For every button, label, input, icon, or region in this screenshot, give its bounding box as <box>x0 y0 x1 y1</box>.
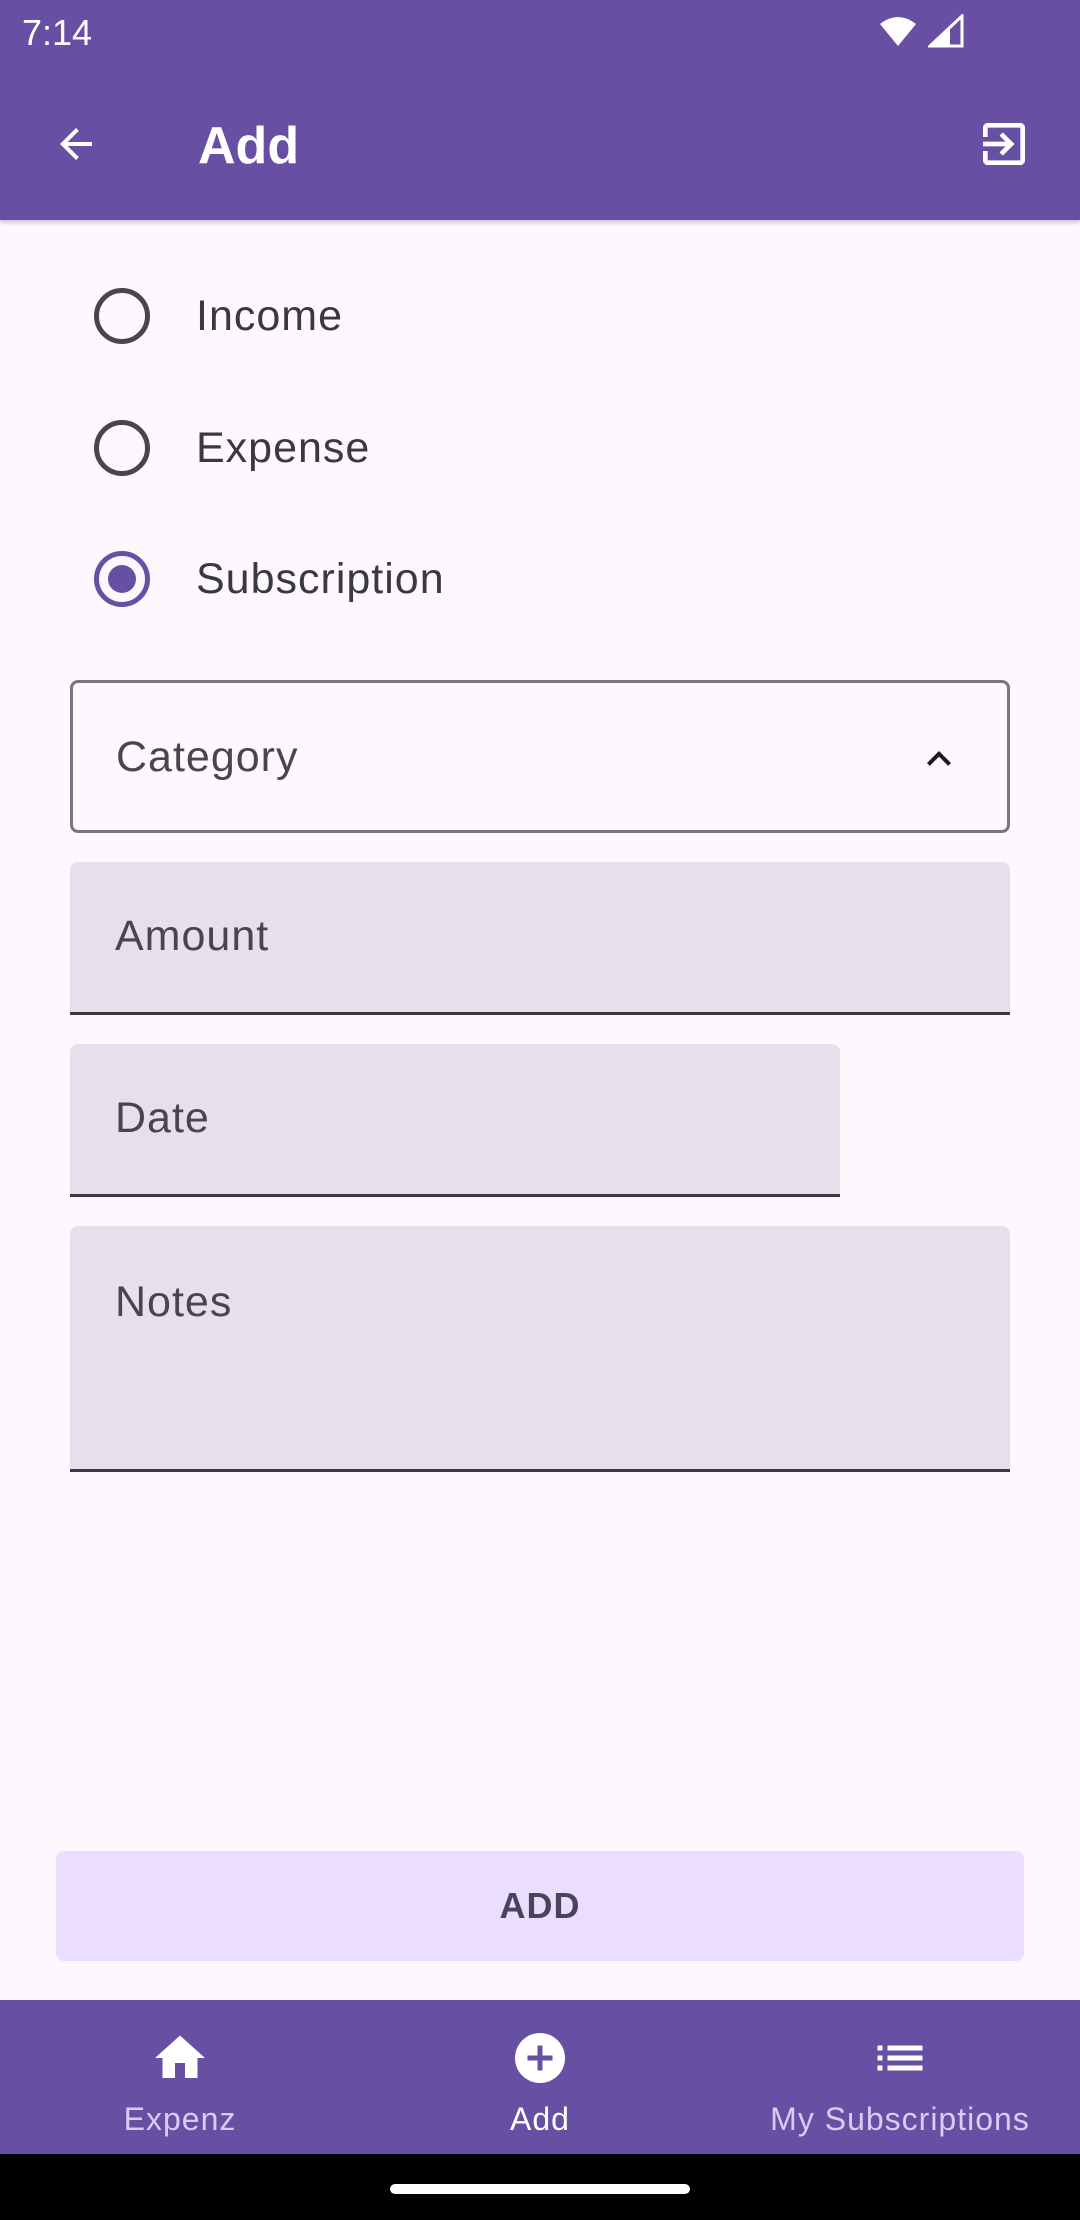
nav-item-expenz[interactable]: Expenz <box>0 2000 360 2154</box>
add-circle-icon <box>510 2028 570 2093</box>
arrow-back-icon <box>52 120 100 173</box>
category-label: Category <box>116 733 299 781</box>
radio-button-icon[interactable] <box>94 288 150 344</box>
chevron-up-icon <box>915 735 963 788</box>
notes-label: Notes <box>115 1278 233 1326</box>
home-icon <box>150 2028 210 2093</box>
bottom-navigation: Expenz Add My Subscriptions <box>0 2000 1080 2154</box>
nav-item-my-subscriptions[interactable]: My Subscriptions <box>720 2000 1080 2154</box>
notes-field[interactable]: Notes <box>70 1226 1010 1472</box>
nav-item-add[interactable]: Add <box>360 2000 720 2154</box>
date-field[interactable]: Date <box>70 1044 840 1197</box>
status-icons <box>878 12 964 53</box>
radio-option-income[interactable]: Income <box>94 276 343 356</box>
add-button[interactable]: ADD <box>56 1851 1024 1961</box>
radio-button-checked-icon[interactable] <box>94 551 150 607</box>
amount-label: Amount <box>115 912 270 960</box>
radio-label: Expense <box>196 423 371 472</box>
amount-field[interactable]: Amount <box>70 862 1010 1015</box>
date-label: Date <box>115 1094 210 1142</box>
nav-label: Add <box>510 2101 570 2137</box>
radio-button-icon[interactable] <box>94 420 150 476</box>
nav-label: Expenz <box>123 2101 237 2137</box>
list-icon <box>870 2028 930 2093</box>
page-title: Add <box>198 117 300 175</box>
logout-button[interactable] <box>972 114 1036 178</box>
gesture-handle[interactable] <box>390 2184 690 2194</box>
status-time: 7:14 <box>22 12 93 53</box>
radio-option-subscription[interactable]: Subscription <box>94 539 445 619</box>
system-gesture-bar <box>0 2154 1080 2220</box>
cellular-signal-icon <box>926 12 964 53</box>
radio-option-expense[interactable]: Expense <box>94 408 370 488</box>
wifi-icon <box>878 14 918 53</box>
logout-icon <box>976 116 1032 177</box>
app-bar: Add <box>0 64 1080 220</box>
category-dropdown[interactable]: Category <box>70 680 1010 833</box>
radio-label: Income <box>196 291 344 340</box>
status-bar: 7:14 <box>0 0 1080 64</box>
radio-label: Subscription <box>196 554 445 603</box>
nav-label: My Subscriptions <box>770 2101 1030 2137</box>
back-button[interactable] <box>44 114 108 178</box>
